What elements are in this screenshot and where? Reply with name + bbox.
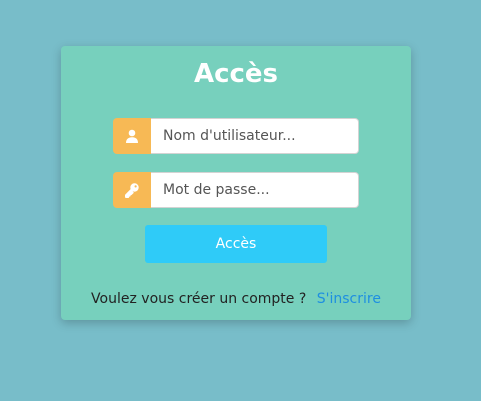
- user-icon: [113, 118, 151, 154]
- login-button[interactable]: Accès: [145, 225, 327, 263]
- password-input[interactable]: [151, 172, 359, 208]
- username-input[interactable]: [151, 118, 359, 154]
- signup-row: Voulez vous créer un compte ? S'inscrire: [61, 290, 411, 308]
- login-card: Accès Accès Voulez vous créer un compte …: [61, 46, 411, 320]
- password-field-group: [113, 172, 359, 208]
- login-title: Accès: [193, 59, 279, 89]
- signup-link[interactable]: S'inscrire: [317, 291, 381, 307]
- key-icon: [113, 172, 151, 208]
- signup-prompt: Voulez vous créer un compte ?: [91, 291, 307, 307]
- username-field-group: [113, 118, 359, 154]
